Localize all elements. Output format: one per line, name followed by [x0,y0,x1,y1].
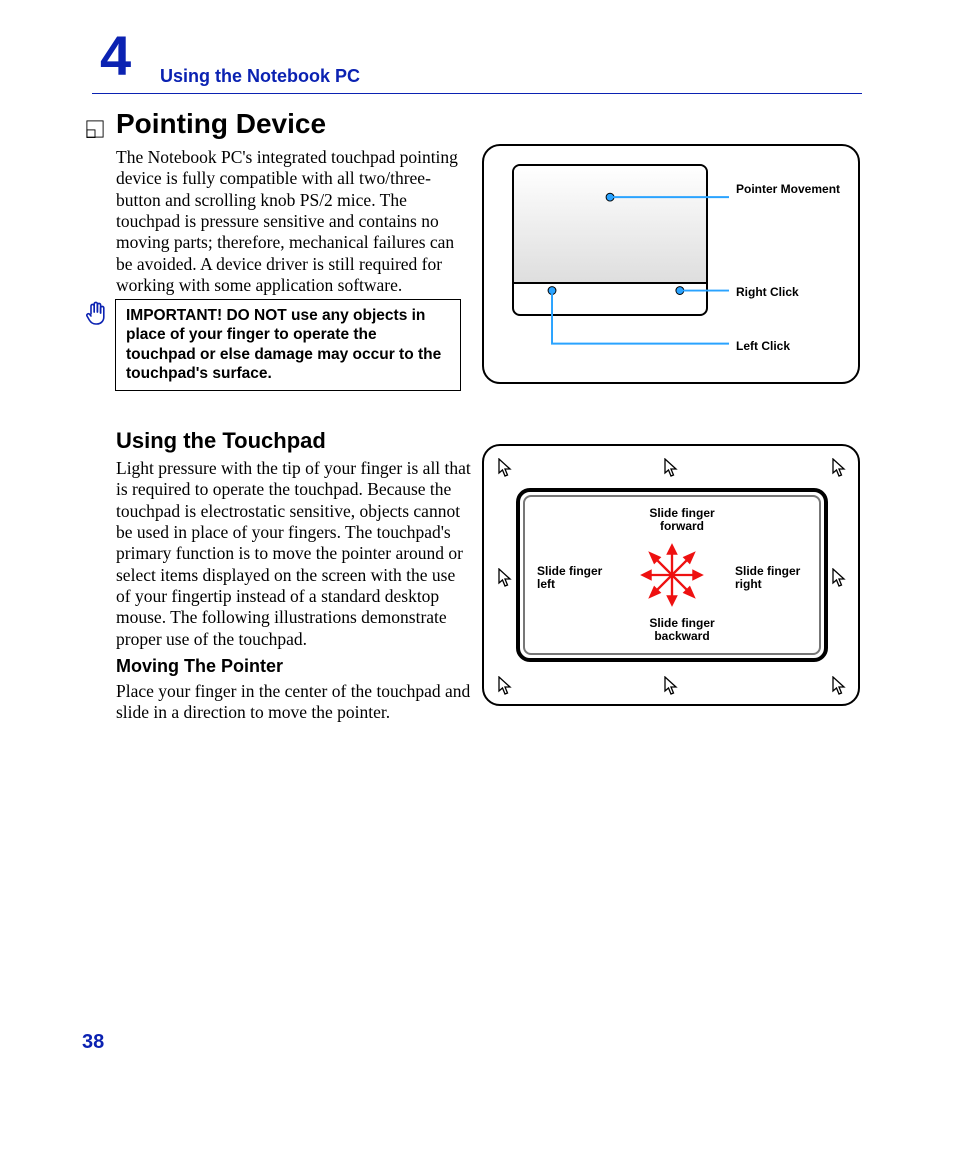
heading-using-touchpad: Using the Touchpad [116,428,326,454]
cursor-icon [498,568,512,588]
label-right-click: Right Click [736,286,799,299]
label-slide-right: Slide finger right [735,565,815,591]
cursor-icon [832,568,846,588]
label-left-click: Left Click [736,340,790,353]
chapter-title: Using the Notebook PC [160,66,360,87]
cursor-icon [664,458,678,478]
paragraph-using-touchpad: Light pressure with the tip of your fing… [116,458,474,650]
label-pointer-movement: Pointer Movement [736,183,846,196]
cursor-icon [498,676,512,696]
label-slide-left: Slide finger left [537,565,617,591]
paragraph-moving-pointer: Place your finger in the center of the t… [116,681,474,724]
cursor-icon [832,458,846,478]
cursor-icon [664,676,678,696]
page-number: 38 [82,1031,104,1054]
heading-pointing-device: Pointing Device [116,108,326,140]
label-slide-backward: Slide finger backward [637,617,727,643]
label-slide-forward: Slide finger forward [637,507,727,533]
paragraph-pointing-device: The Notebook PC's integrated touchpad po… [116,147,474,296]
important-text: IMPORTANT! DO NOT use any objects in pla… [126,307,441,382]
chapter-number: 4 [100,28,131,84]
important-callout: IMPORTANT! DO NOT use any objects in pla… [115,299,461,391]
cursor-icon [498,458,512,478]
figure-touchpad-overview: Pointer Movement Right Click Left Click [482,144,860,384]
page: 4 Using the Notebook PC Pointing Device … [0,0,954,1149]
heading-moving-pointer: Moving The Pointer [116,656,283,677]
figure-move-pointer: Slide finger forward Slide finger backwa… [482,444,860,706]
section-icon [86,120,104,138]
touchpad-surface: Slide finger forward Slide finger backwa… [516,488,828,662]
chapter-rule [92,93,862,94]
cursor-icon [832,676,846,696]
stop-hand-icon [85,300,109,328]
